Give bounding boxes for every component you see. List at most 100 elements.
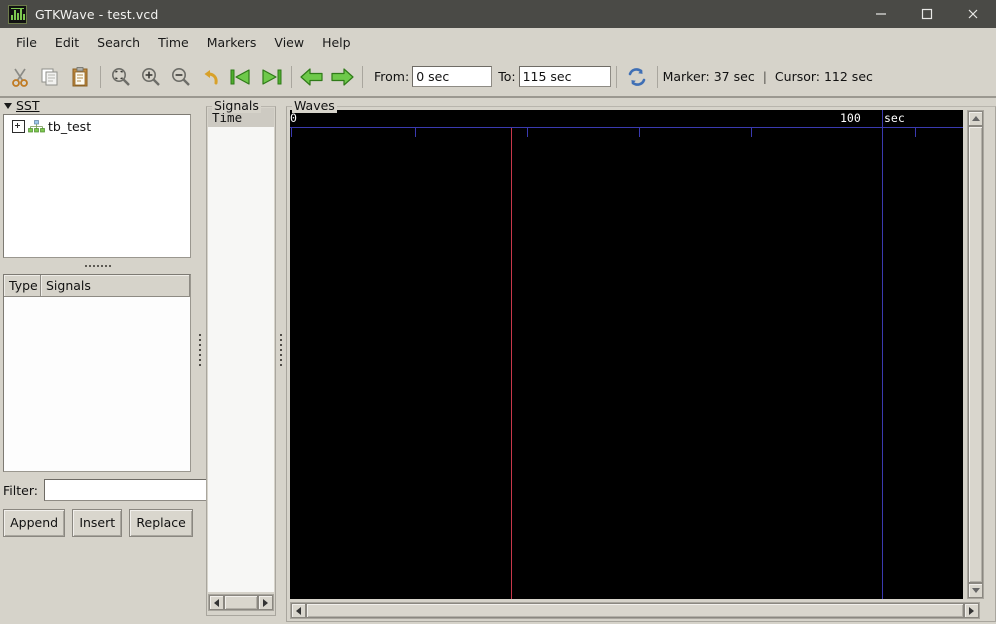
signal-table-body[interactable] bbox=[4, 297, 190, 471]
from-label: From: bbox=[374, 69, 410, 84]
action-button-row: Append Insert Replace bbox=[3, 508, 193, 537]
scroll-right-button-waves[interactable] bbox=[964, 603, 979, 618]
minimize-button[interactable] bbox=[858, 0, 904, 28]
copy-button[interactable] bbox=[35, 62, 65, 92]
signals-name-list[interactable]: Time bbox=[208, 108, 274, 592]
time-tick bbox=[639, 128, 640, 137]
time-tick bbox=[527, 128, 528, 137]
pane-splitter-right[interactable] bbox=[277, 98, 285, 602]
pane-splitter-left[interactable] bbox=[196, 98, 204, 602]
arrow-right-icon bbox=[969, 606, 974, 615]
to-input[interactable]: 115 sec bbox=[518, 66, 611, 87]
waves-hscrollbar[interactable] bbox=[290, 602, 980, 619]
scroll-right-button[interactable] bbox=[258, 595, 273, 610]
signal-table[interactable]: Type Signals bbox=[3, 274, 191, 472]
scroll-left-button-waves[interactable] bbox=[291, 603, 306, 618]
menu-view[interactable]: View bbox=[265, 32, 313, 53]
arrow-down-icon bbox=[971, 588, 980, 593]
gtkwave-window: GTKWave - test.vcd File Edit Search Time… bbox=[0, 0, 996, 624]
sst-pane-grip[interactable] bbox=[0, 260, 196, 271]
waves-frame-label: Waves bbox=[292, 98, 337, 113]
append-button[interactable]: Append bbox=[3, 508, 66, 537]
cursor-line[interactable] bbox=[882, 110, 883, 599]
maximize-button[interactable] bbox=[904, 0, 950, 28]
reload-icon bbox=[628, 67, 645, 86]
wave-canvas[interactable]: 0 100 sec bbox=[290, 110, 963, 599]
menu-file[interactable]: File bbox=[7, 32, 46, 53]
signals-panel: Signals Time bbox=[206, 98, 276, 624]
minimize-icon bbox=[876, 13, 886, 15]
gtkwave-icon bbox=[8, 4, 27, 24]
goto-start-button[interactable] bbox=[226, 62, 256, 92]
scroll-thumb[interactable] bbox=[224, 595, 258, 610]
zoom-fit-button[interactable] bbox=[106, 62, 136, 92]
zoom-out-icon bbox=[172, 67, 190, 86]
waves-vscrollbar[interactable] bbox=[967, 110, 984, 599]
from-input[interactable]: 0 sec bbox=[412, 66, 493, 87]
time-unit-label: sec bbox=[884, 111, 905, 125]
back-button[interactable] bbox=[297, 62, 327, 92]
time-label-hundred: 100 bbox=[840, 111, 861, 125]
cut-button[interactable] bbox=[5, 62, 35, 92]
maximize-icon bbox=[921, 8, 933, 20]
expand-plus-icon[interactable] bbox=[12, 120, 25, 133]
scroll-thumb-vertical[interactable] bbox=[968, 126, 983, 583]
wave-timebar[interactable]: 0 100 sec bbox=[290, 110, 963, 128]
toolbar-separator-5 bbox=[656, 65, 658, 88]
paste-icon bbox=[72, 66, 88, 86]
forward-button[interactable] bbox=[327, 62, 357, 92]
left-panel: SST tb_test Type Signals Filter: Append … bbox=[0, 98, 227, 624]
sst-tree-view[interactable]: tb_test bbox=[3, 114, 191, 258]
time-label-start: 0 bbox=[290, 111, 297, 125]
cut-icon bbox=[12, 68, 28, 87]
forward-arrow-icon bbox=[331, 67, 354, 86]
menu-markers[interactable]: Markers bbox=[198, 32, 266, 53]
goto-end-button[interactable] bbox=[256, 62, 286, 92]
scroll-down-button[interactable] bbox=[968, 583, 983, 598]
menu-time[interactable]: Time bbox=[149, 32, 198, 53]
menu-edit[interactable]: Edit bbox=[46, 32, 88, 53]
replace-button[interactable]: Replace bbox=[129, 508, 193, 537]
toolbar-separator-2 bbox=[291, 65, 292, 88]
insert-button[interactable]: Insert bbox=[72, 508, 123, 537]
filter-label: Filter: bbox=[3, 482, 38, 498]
menu-search[interactable]: Search bbox=[88, 32, 149, 53]
reload-button[interactable] bbox=[622, 62, 652, 92]
window-title: GTKWave - test.vcd bbox=[35, 6, 159, 22]
goto-start-icon bbox=[230, 68, 250, 85]
paste-button[interactable] bbox=[65, 62, 95, 92]
zoom-in-button[interactable] bbox=[136, 62, 166, 92]
copy-icon bbox=[41, 68, 58, 85]
time-tick bbox=[415, 128, 416, 137]
toolbar-separator bbox=[100, 65, 101, 88]
main-area: SST tb_test Type Signals Filter: Append … bbox=[0, 98, 996, 624]
zoom-out-button[interactable] bbox=[166, 62, 196, 92]
sst-frame-label[interactable]: SST bbox=[4, 98, 40, 113]
marker-line[interactable] bbox=[511, 128, 512, 599]
scroll-left-button[interactable] bbox=[209, 595, 224, 610]
signals-frame-label: Signals bbox=[212, 98, 261, 113]
scroll-thumb-waves[interactable] bbox=[306, 603, 964, 618]
arrow-right-icon bbox=[263, 598, 268, 607]
column-header-type[interactable]: Type bbox=[4, 275, 41, 296]
timebar-baseline bbox=[290, 127, 963, 128]
menu-help[interactable]: Help bbox=[313, 32, 360, 53]
zoom-in-icon bbox=[142, 67, 160, 86]
toolbar-separator-3 bbox=[362, 65, 363, 88]
back-arrow-icon bbox=[300, 67, 323, 86]
undo-button[interactable] bbox=[196, 62, 226, 92]
zoom-fit-icon bbox=[112, 67, 130, 86]
column-header-signals[interactable]: Signals bbox=[41, 275, 190, 296]
signals-hscrollbar[interactable] bbox=[208, 594, 274, 611]
toolbar-separator-4 bbox=[615, 65, 617, 88]
time-tick bbox=[751, 128, 752, 137]
hierarchy-icon bbox=[28, 120, 45, 133]
arrow-left-icon bbox=[296, 606, 301, 615]
tree-item-tb_test[interactable]: tb_test bbox=[4, 115, 190, 134]
close-button[interactable] bbox=[950, 0, 996, 28]
sst-label: SST bbox=[16, 98, 40, 113]
arrow-up-icon bbox=[971, 116, 980, 121]
filter-row: Filter: bbox=[3, 476, 227, 504]
arrow-left-icon bbox=[214, 598, 219, 607]
scroll-up-button[interactable] bbox=[968, 111, 983, 126]
